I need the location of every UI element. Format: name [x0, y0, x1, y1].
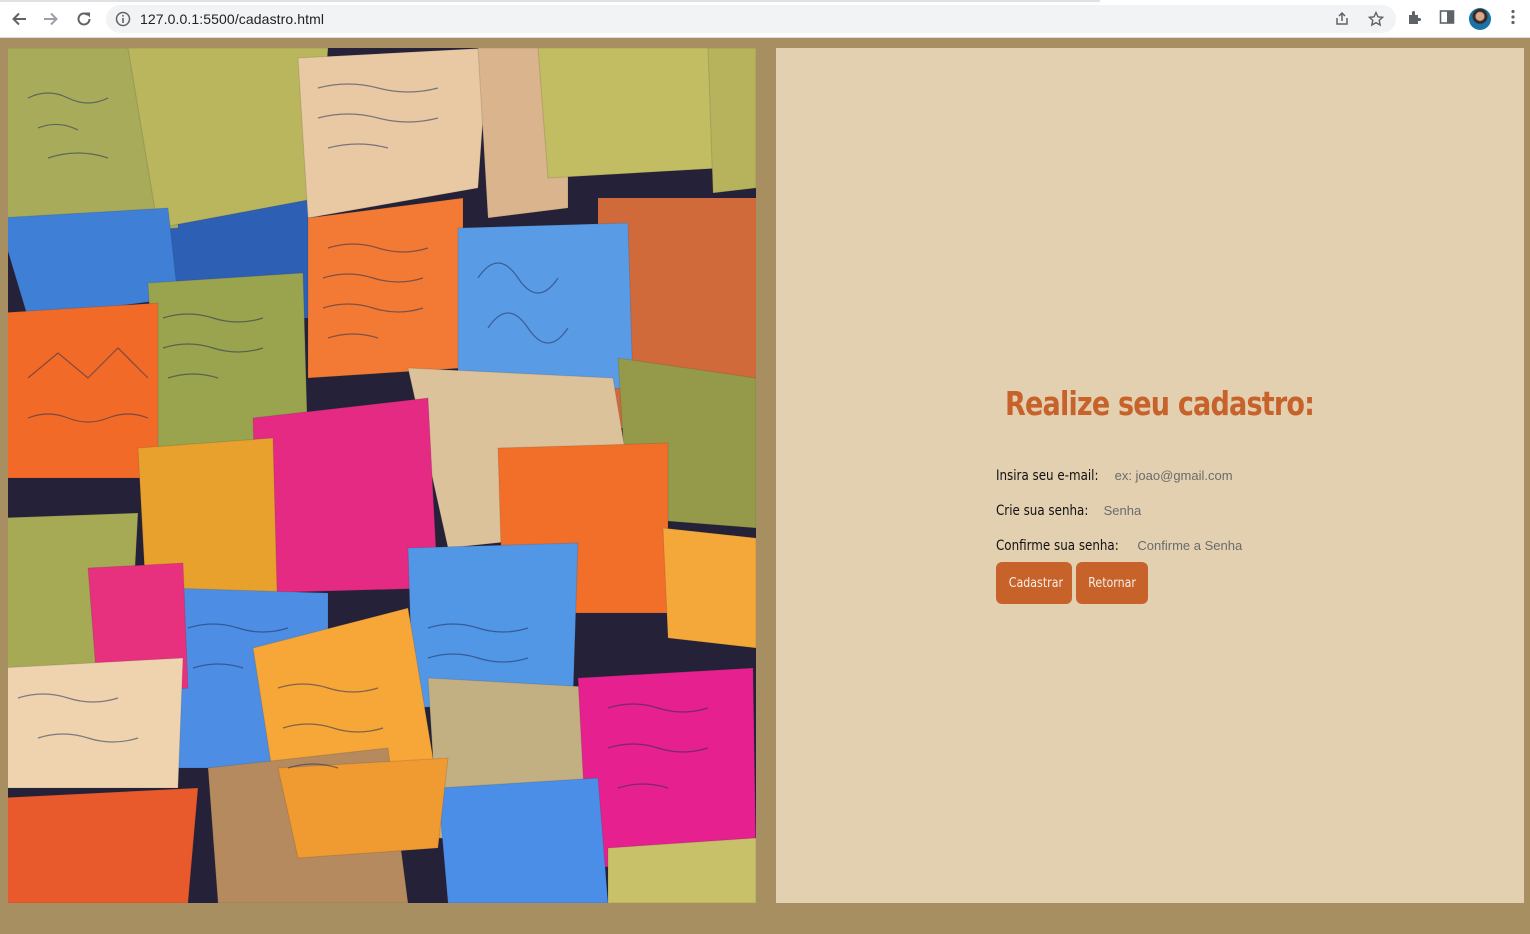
sticky-notes-image	[8, 48, 756, 903]
bookmark-star-icon[interactable]	[1367, 10, 1385, 32]
signup-panel: Realize seu cadastro: Insira seu e-mail:…	[776, 48, 1524, 903]
side-panel-icon[interactable]	[1438, 8, 1456, 31]
reload-icon[interactable]	[73, 8, 95, 30]
email-field[interactable]	[1114, 466, 1295, 484]
register-button-label: Cadastrar	[1008, 575, 1064, 591]
confirm-password-label: Confirme sua senha:	[996, 537, 1119, 554]
extensions-icon[interactable]	[1406, 8, 1424, 31]
tab-strip-edge	[0, 0, 1100, 2]
back-icon[interactable]	[8, 8, 30, 30]
confirm-password-field[interactable]	[1137, 536, 1298, 554]
forward-icon[interactable]	[40, 8, 62, 30]
menu-kebab-icon[interactable]	[1504, 8, 1522, 31]
email-row: Insira seu e-mail:	[996, 466, 1295, 484]
password-label: Crie sua senha:	[996, 502, 1089, 519]
page-title: Realize seu cadastro:	[1005, 384, 1315, 423]
browser-toolbar: 127.0.0.1:5500/cadastro.html	[0, 0, 1530, 38]
email-label: Insira seu e-mail:	[996, 467, 1099, 484]
profile-avatar[interactable]	[1469, 8, 1491, 30]
password-field[interactable]	[1103, 501, 1264, 519]
password-row: Crie sua senha:	[996, 501, 1264, 519]
return-button-label: Retornar	[1088, 575, 1136, 591]
url-text[interactable]: 127.0.0.1:5500/cadastro.html	[140, 11, 324, 27]
confirm-password-row: Confirme sua senha:	[996, 536, 1298, 554]
share-icon[interactable]	[1334, 11, 1350, 32]
return-button[interactable]: Retornar	[1076, 562, 1148, 604]
site-info-icon[interactable]	[115, 11, 131, 32]
address-bar[interactable]: 127.0.0.1:5500/cadastro.html	[106, 5, 1396, 33]
register-button[interactable]: Cadastrar	[996, 562, 1072, 604]
